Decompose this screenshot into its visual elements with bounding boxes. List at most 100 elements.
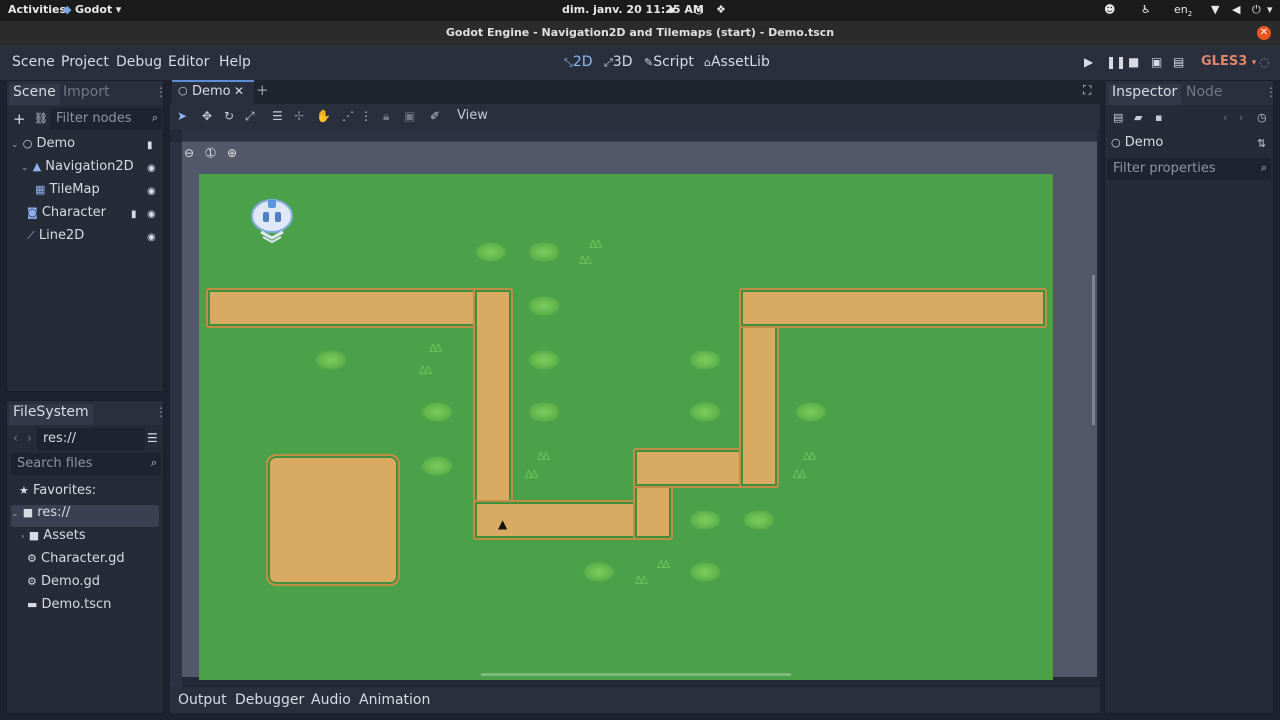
activities-button[interactable]: Activities [8, 3, 66, 16]
path-field[interactable]: res:// [37, 428, 145, 450]
view-menu[interactable]: View [457, 108, 488, 123]
script-icon[interactable]: ▮ [147, 140, 153, 151]
filter-nodes-input[interactable]: Filter nodes ⌕ [50, 108, 162, 130]
dropbox-icon[interactable]: ❖ [716, 3, 726, 16]
vertical-scrollbar[interactable] [1092, 275, 1095, 425]
menu-project[interactable]: Project [61, 54, 109, 70]
workspace-2d-button[interactable]: ⤡2D [564, 54, 593, 70]
link-icon[interactable]: ⛓ [34, 112, 48, 125]
file-demo-tscn[interactable]: ▬ Demo.tscn [27, 597, 111, 619]
visibility-eye-icon[interactable]: ◉ [147, 186, 156, 197]
folder-res-root[interactable]: ⌄ ■ res:// [11, 505, 159, 527]
character-sprite[interactable] [249, 198, 295, 244]
select-tool-icon[interactable]: ➤ [177, 109, 187, 123]
snap-options-icon[interactable]: ⋮ [360, 109, 372, 123]
play-custom-scene-icon[interactable]: ▤ [1173, 55, 1184, 69]
screen-recorder-icon[interactable]: ◎ [694, 3, 704, 16]
power-icon[interactable]: ⏻ [1252, 3, 1261, 17]
inspected-object[interactable]: ○ Demo [1111, 135, 1163, 150]
more-options-icon[interactable]: ⋮ [155, 85, 167, 99]
tree-node-tilemap[interactable]: ▦ TileMap [35, 182, 100, 204]
forward-arrow-icon[interactable]: › [1239, 111, 1243, 124]
snap-icon[interactable]: ⋰ [342, 109, 354, 123]
open-folder-icon[interactable]: ▰ [1134, 111, 1142, 124]
tree-node-navigation2d[interactable]: ⌄ ▲ Navigation2D [21, 159, 134, 181]
distraction-free-icon[interactable]: ⛶ [1083, 83, 1091, 98]
forward-arrow-icon[interactable]: › [27, 431, 32, 445]
visibility-eye-icon[interactable]: ◉ [147, 209, 156, 220]
tilemap-scene[interactable]: ᐃᐃ ᐃᐃ ᐃᐃ ᐃᐃ ᐃᐃ ᐃᐃ ᐃᐃ ᐃᐃ ᐃᐃ ᐃᐃ ▲ [199, 174, 1053, 680]
scene-tab-demo[interactable]: ○ Demo ✕ [172, 80, 254, 104]
zoom-in-icon[interactable]: ⊕ [227, 146, 237, 160]
renderer-selector[interactable]: GLES3 ▾ [1201, 54, 1256, 69]
clock[interactable]: dim. janv. 20 11:25 AM [562, 3, 704, 16]
more-options-icon[interactable]: ⋮ [155, 405, 167, 419]
search-files-input[interactable]: Search files ⌕ [11, 453, 161, 475]
play-icon[interactable]: ▶ [1084, 55, 1093, 69]
bones-icon[interactable]: ✐ [430, 109, 440, 123]
group-icon[interactable]: ▣ [404, 109, 415, 123]
filter-properties-input[interactable]: Filter properties ⌕ [1107, 158, 1271, 180]
app-menu[interactable]: ◆ Godot ▾ [63, 3, 121, 16]
tab-scene[interactable]: Scene [9, 84, 60, 105]
save-icon[interactable]: ▪ [1155, 111, 1162, 124]
tab-node[interactable]: Node [1186, 84, 1223, 100]
tree-node-line2d[interactable]: ⟋ Line2D [27, 228, 84, 250]
wifi-icon[interactable]: ▼ [1211, 3, 1219, 16]
list-select-icon[interactable]: ☰ [272, 109, 283, 123]
favorites-row[interactable]: ★ Favorites: [19, 483, 96, 505]
history-icon[interactable]: ◷ [1257, 111, 1267, 124]
zoom-out-icon[interactable]: ⊖ [184, 146, 194, 160]
menu-help[interactable]: Help [219, 54, 251, 70]
visibility-eye-icon[interactable]: ◉ [147, 232, 156, 243]
add-node-icon[interactable]: + [13, 110, 26, 128]
workspace-3d-button[interactable]: ⤢3D [604, 54, 633, 70]
tab-import[interactable]: Import [63, 84, 109, 100]
workspace-assetlib-button[interactable]: ⌂AssetLib [704, 54, 770, 70]
file-demo-gd[interactable]: ⚙ Demo.gd [27, 574, 100, 596]
tab-animation[interactable]: Animation [359, 692, 430, 708]
object-properties-icon[interactable]: ⇅ [1257, 137, 1266, 150]
vertical-ruler[interactable] [170, 142, 182, 687]
lock-icon[interactable]: 🔒︎ [383, 109, 389, 124]
back-arrow-icon[interactable]: ‹ [1223, 111, 1227, 124]
pivot-tool-icon[interactable]: ✢ [294, 109, 304, 123]
tab-audio[interactable]: Audio [311, 692, 351, 708]
rotate-tool-icon[interactable]: ↻ [224, 109, 234, 123]
menu-editor[interactable]: Editor [168, 54, 209, 70]
file-character-gd[interactable]: ⚙ Character.gd [27, 551, 125, 573]
move-tool-icon[interactable]: ✥ [202, 109, 212, 123]
back-arrow-icon[interactable]: ‹ [13, 431, 18, 445]
script-icon[interactable]: ▮ [131, 209, 137, 220]
horizontal-ruler[interactable] [182, 130, 1097, 142]
toggle-split-icon[interactable]: ☰ [147, 431, 158, 445]
new-resource-icon[interactable]: ▤ [1113, 111, 1123, 124]
tab-filesystem[interactable]: FileSystem [9, 404, 93, 425]
visibility-eye-icon[interactable]: ◉ [147, 163, 156, 174]
accessibility-icon[interactable]: ♿ [1141, 3, 1151, 16]
tree-node-demo[interactable]: ⌄ ○ Demo [11, 136, 75, 158]
menu-scene[interactable]: Scene [12, 54, 55, 70]
more-options-icon[interactable]: ⋮ [1265, 85, 1277, 99]
window-close-button[interactable]: ✕ [1257, 26, 1271, 40]
keyboard-layout-indicator[interactable]: en2 [1174, 3, 1192, 18]
play-scene-icon[interactable]: ▣ [1151, 55, 1162, 69]
chevron-down-icon[interactable]: ▾ [1267, 3, 1273, 16]
scale-tool-icon[interactable]: ⤢ [245, 109, 255, 124]
tree-node-character[interactable]: ◙ Character [27, 205, 106, 227]
pause-icon[interactable]: ❚❚ [1106, 55, 1126, 69]
workspace-script-button[interactable]: ✎Script [644, 54, 694, 70]
indicator-face-icon[interactable]: ☻ [1104, 3, 1115, 16]
folder-assets[interactable]: › ■ Assets [21, 528, 86, 550]
volume-icon[interactable]: ◀ [1232, 3, 1240, 16]
horizontal-scrollbar[interactable] [481, 673, 791, 676]
close-tab-icon[interactable]: ✕ [234, 84, 244, 98]
tab-inspector[interactable]: Inspector [1108, 84, 1182, 105]
tab-debugger[interactable]: Debugger [235, 692, 304, 708]
add-tab-icon[interactable]: + [256, 81, 269, 99]
stop-icon[interactable]: ■ [1128, 55, 1139, 69]
tab-output[interactable]: Output [178, 692, 227, 708]
menu-debug[interactable]: Debug [116, 54, 162, 70]
pan-tool-icon[interactable]: ✋ [316, 109, 331, 123]
zoom-reset-icon[interactable]: ➀ [206, 146, 216, 160]
